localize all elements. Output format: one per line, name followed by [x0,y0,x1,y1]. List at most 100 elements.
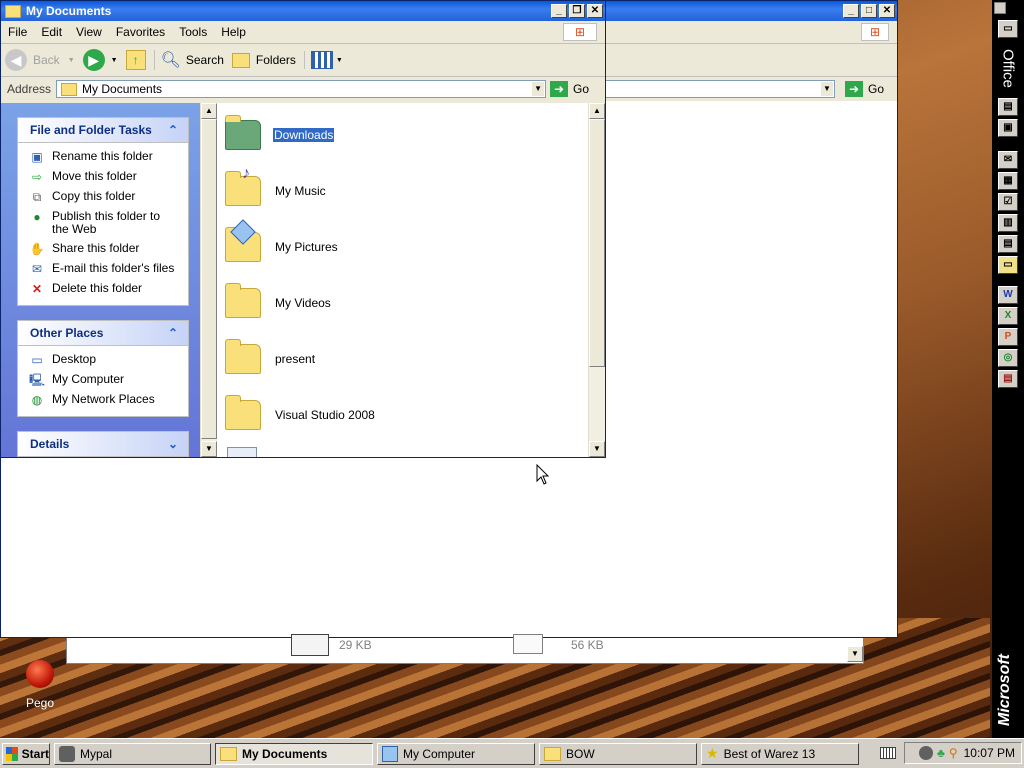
folder-icon[interactable]: ▭ [998,20,1018,38]
scroll-down-button[interactable]: ▼ [589,441,605,457]
tray-icon-1[interactable] [918,746,933,760]
up-folder-button[interactable]: ↑ [125,50,146,70]
address-dropdown-button[interactable]: ▼ [532,82,545,96]
folders-button[interactable]: Folders [231,52,296,68]
access-icon[interactable]: ▤ [998,370,1018,388]
menu-view[interactable]: View [69,25,109,39]
taskbar-button-mypal[interactable]: Mypal [54,742,211,765]
collapse-icon[interactable]: ⌃ [168,123,178,137]
menu-help[interactable]: Help [214,25,253,39]
back-maximize-button[interactable]: □ [861,4,877,18]
search-button[interactable]: 🔍︎ Search [153,50,224,70]
scroll-up-button[interactable]: ▲ [201,103,217,119]
back-minimize-button[interactable]: _ [843,4,859,18]
scroll-down-button[interactable]: ▼ [201,441,217,457]
journal-icon[interactable]: ▤ [998,235,1018,253]
excel-icon[interactable]: X [998,307,1018,325]
folder-item-present[interactable]: present [225,339,315,379]
scroll-up-button[interactable]: ▲ [589,103,605,119]
search-icon[interactable]: ⚲ [949,746,958,760]
toolbar: ◀ Back ▼ ▶ ▼ ↑ 🔍︎ Search Folders ▼ [1,44,605,77]
task-share-folder[interactable]: ✋ Share this folder [18,239,188,259]
menubar: File Edit View Favorites Tools Help ⊞ [1,21,605,44]
folder-item-my-music[interactable]: ♪ My Music [225,165,326,211]
close-button[interactable]: ✕ [587,4,603,18]
new-document-icon[interactable]: ▤ [998,98,1018,116]
back-button[interactable]: ◀ Back ▼ [5,49,75,71]
place-my-network-places[interactable]: ◍ My Network Places [18,390,188,410]
folder-icon [225,115,261,150]
minimize-button[interactable]: _ [551,4,567,18]
note-icon[interactable]: ▭ [998,256,1018,274]
taskbar-button-my-documents[interactable]: My Documents [215,742,373,765]
task-delete-folder[interactable]: ✕ Delete this folder [18,279,188,299]
address-input[interactable]: My Documents ▼ [56,80,547,98]
search-icon: 🔍︎ [160,52,181,69]
folder-icon [220,746,237,761]
file-folder-tasks-header[interactable]: File and Folder Tasks ⌃ [18,118,188,143]
back-scroll-down-button[interactable]: ▼ [847,646,863,662]
folder-item-my-videos[interactable]: My Videos [225,283,331,323]
place-desktop[interactable]: ▭ Desktop [18,350,188,370]
restore-button[interactable]: ❐ [569,4,585,18]
desktop-icon-pego[interactable]: Pego [18,660,62,710]
move-icon: ⇨ [31,170,43,184]
folder-item-visual-studio-2008[interactable]: Visual Studio 2008 [225,395,375,435]
pictures-folder-icon [225,219,261,262]
task-rename-folder[interactable]: ▣ Rename this folder [18,147,188,167]
other-places-header[interactable]: Other Places ⌃ [18,321,188,346]
menu-favorites[interactable]: Favorites [109,25,172,39]
taskbar-button-best-of-warez[interactable]: ★ Best of Warez 13 [701,742,859,765]
scroll-thumb[interactable] [589,119,605,367]
task-publish-folder[interactable]: ● Publish this folder to the Web [18,207,188,239]
scroll-thumb[interactable] [201,119,217,439]
file-folder-tasks-box: File and Folder Tasks ⌃ ▣ Rename this fol… [17,117,189,306]
chevron-down-icon[interactable]: ▼ [821,82,833,96]
main-scrollbar[interactable]: ▲ ▼ [588,103,605,457]
menu-tools[interactable]: Tools [172,25,214,39]
titlebar[interactable]: My Documents _ ❐ ✕ [1,1,605,21]
start-button[interactable]: Start [2,742,50,765]
contact-icon[interactable]: ▥ [998,214,1018,232]
task-move-folder[interactable]: ⇨ Move this folder [18,167,188,187]
chevron-down-icon: ▼ [67,56,75,64]
office-bar-menu-icon[interactable] [994,2,1006,14]
file-size: 56 KB [571,638,604,652]
place-my-computer[interactable]: 🖳 My Computer [18,370,188,390]
folder-item-my-pictures[interactable]: My Pictures [225,219,338,267]
menu-file[interactable]: File [1,25,34,39]
details-header[interactable]: Details ⌄ [18,432,188,457]
mail-icon[interactable]: ✉ [998,151,1018,169]
keyboard-icon[interactable] [880,747,896,759]
computer-icon: 🖳 [29,373,46,387]
task-pane-scrollbar[interactable]: ▲ ▼ [200,103,217,457]
content-area: File and Folder Tasks ⌃ ▣ Rename this fol… [1,103,605,457]
tray-icon-2[interactable]: ♣ [937,746,945,760]
publisher-icon[interactable]: ◎ [998,349,1018,367]
collapse-icon[interactable]: ⌃ [168,326,178,340]
task-email-files[interactable]: ✉ E-mail this folder's files [18,259,188,279]
views-button[interactable]: ▼ [303,51,343,69]
back-go-button[interactable]: ➜ Go [845,81,884,97]
back-close-button[interactable]: ✕ [879,4,895,18]
calendar-icon[interactable]: ▦ [998,172,1018,190]
task-copy-folder[interactable]: ⧉ Copy this folder [18,187,188,207]
taskbar-button-my-computer[interactable]: My Computer [377,742,535,765]
menu-edit[interactable]: Edit [34,25,69,39]
taskbar-button-bow[interactable]: BOW [539,742,697,765]
star-icon: ★ [706,745,719,761]
back-address-box[interactable]: ▼ [601,80,835,98]
partial-file-icon [227,447,257,457]
folder-item-downloads[interactable]: Downloads [225,115,335,155]
go-button[interactable]: ➜ Go [550,81,589,97]
my-documents-window[interactable]: My Documents _ ❐ ✕ File Edit View Favori… [0,0,606,458]
folder-icon [544,746,561,761]
music-folder-icon: ♪ [225,165,261,206]
clock[interactable]: 10:07 PM [964,746,1015,760]
task-icon[interactable]: ☑ [998,193,1018,211]
open-document-icon[interactable]: ▣ [998,119,1018,137]
word-icon[interactable]: W [998,286,1018,304]
expand-icon[interactable]: ⌄ [168,437,178,451]
forward-button[interactable]: ▶ ▼ [82,49,118,71]
powerpoint-icon[interactable]: P [998,328,1018,346]
